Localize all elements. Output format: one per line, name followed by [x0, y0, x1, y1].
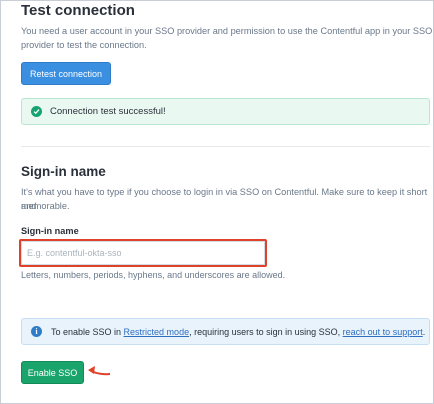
- reach-out-to-support-link[interactable]: reach out to support: [343, 327, 423, 337]
- retest-connection-button[interactable]: Retest connection: [21, 62, 111, 85]
- test-connection-description-line2: provider to test the connection.: [21, 40, 147, 50]
- connection-success-banner: Connection test successful!: [21, 98, 430, 125]
- input-highlight-box: [19, 239, 267, 267]
- sign-in-name-label: Sign-in name: [21, 226, 79, 236]
- sign-in-description-line1: It's what you have to type if you choose…: [21, 187, 428, 211]
- sign-in-name-hint: Letters, numbers, periods, hyphens, and …: [21, 270, 286, 280]
- info-note-text: To enable SSO in Restricted mode, requir…: [51, 326, 426, 337]
- sign-in-name-heading: Sign-in name: [21, 164, 106, 179]
- check-circle-icon: [31, 106, 42, 117]
- arrow-left-icon: [88, 366, 111, 376]
- info-circle-icon: i: [31, 326, 42, 337]
- sign-in-description-line2: memorable.: [21, 201, 70, 211]
- enable-sso-button[interactable]: Enable SSO: [21, 361, 84, 384]
- restricted-mode-link[interactable]: Restricted mode: [124, 327, 190, 337]
- test-connection-heading: Test connection: [21, 2, 135, 19]
- restricted-mode-info-banner: i To enable SSO in Restricted mode, requ…: [21, 318, 430, 345]
- sign-in-name-input[interactable]: [21, 241, 265, 265]
- success-message: Connection test successful!: [50, 106, 166, 117]
- section-divider: [21, 146, 430, 147]
- test-connection-description-line1: You need a user account in your SSO prov…: [21, 26, 433, 36]
